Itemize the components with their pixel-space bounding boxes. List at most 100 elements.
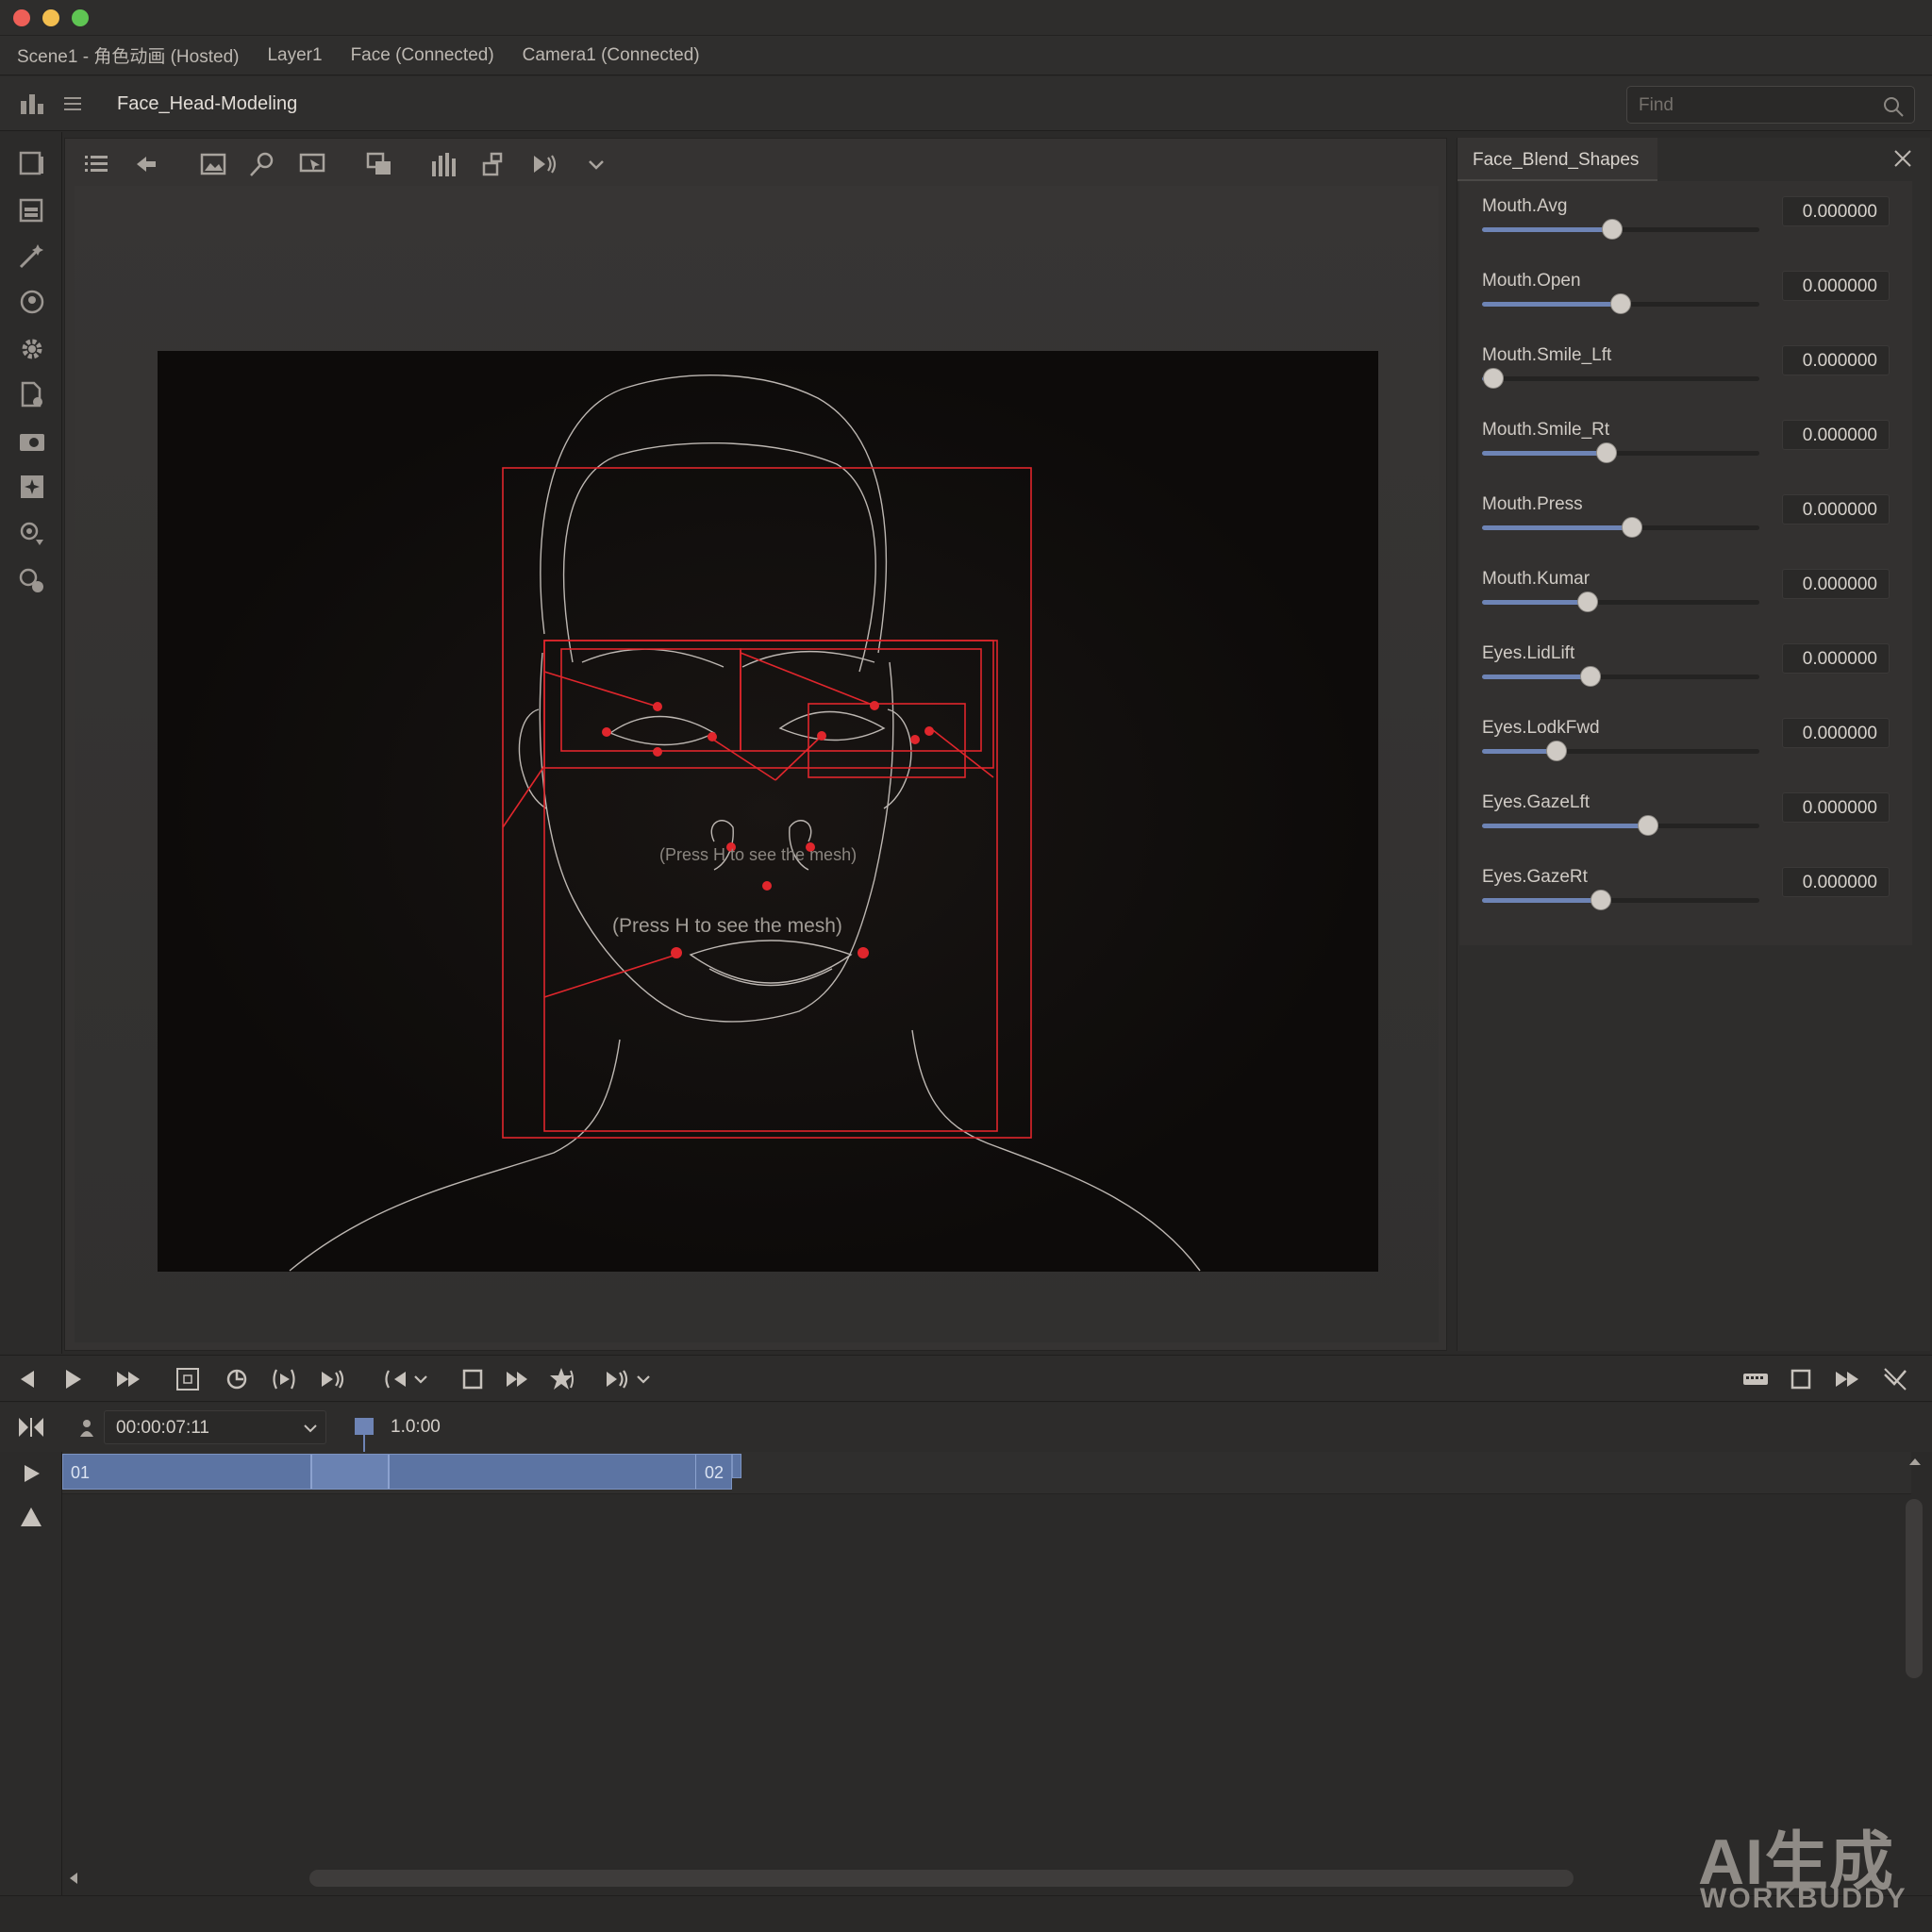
back-arrow-icon[interactable] [133,150,161,178]
blend-shape-value-field[interactable]: 0.000000 [1782,569,1890,599]
blend-shape-value-field[interactable]: 0.000000 [1782,196,1890,226]
play-icon[interactable] [58,1365,87,1393]
record-icon[interactable] [547,1365,575,1393]
tab-camera[interactable]: Camera1 (Connected) [523,45,700,66]
chevron-down-icon[interactable] [303,1422,318,1435]
face-capture-stage[interactable]: (Press H to see the mesh) (Press H to se… [158,351,1378,1272]
range-icon[interactable] [17,1414,45,1441]
slider-thumb[interactable] [1591,890,1611,910]
tab-face-blend-shapes[interactable]: Face_Blend_Shapes [1457,138,1657,181]
add-frame-icon[interactable] [17,472,47,502]
play-forward-icon[interactable] [531,150,559,178]
tab-layer[interactable]: Layer1 [267,45,322,66]
gear-icon[interactable] [17,334,47,364]
blend-shape-value-field[interactable]: 0.000000 [1782,867,1890,897]
track-lane[interactable]: 01 02 [62,1452,1911,1494]
blend-shape-value-field[interactable]: 0.000000 [1782,271,1890,301]
pin-tool-icon[interactable] [248,150,276,178]
screen-cursor-icon[interactable] [299,150,327,178]
clip-end-handle[interactable] [732,1454,741,1478]
playhead-marker[interactable] [355,1418,374,1435]
slider-thumb[interactable] [1580,666,1601,687]
rewind-menu-icon[interactable] [381,1365,432,1393]
close-window-button[interactable] [13,9,30,26]
blend-shape-slider[interactable] [1482,815,1759,836]
blend-shape-value-field[interactable]: 0.000000 [1782,345,1890,375]
blend-shape-slider[interactable] [1482,591,1759,612]
close-icon[interactable] [1891,147,1914,170]
scroll-left-icon[interactable] [64,1869,83,1888]
slider-thumb[interactable] [1483,368,1504,389]
slider-thumb[interactable] [1610,293,1631,314]
slider-thumb[interactable] [1546,741,1567,761]
square-icon[interactable] [1787,1365,1815,1393]
search-down-icon[interactable] [17,519,47,549]
magic-wand-icon[interactable] [17,241,47,271]
play-menu-icon[interactable] [604,1365,657,1393]
blend-shape-value-field[interactable]: 0.000000 [1782,718,1890,748]
current-time-field[interactable]: 00:00:07:11 [104,1410,326,1444]
stats-icon[interactable] [19,92,45,116]
blend-shape-value-field[interactable]: 0.000000 [1782,792,1890,823]
face-mesh-overlay[interactable] [158,351,1378,1272]
horizontal-scrollbar[interactable] [309,1870,1574,1887]
blend-shape-value-field[interactable]: 0.000000 [1782,420,1890,450]
stop-icon[interactable] [458,1365,487,1393]
camera-icon[interactable] [17,426,47,457]
slider-thumb[interactable] [1602,219,1623,240]
clip-bar[interactable]: 01 02 [62,1454,732,1490]
viewport-toolbar [73,142,1441,184]
orbit-icon[interactable] [17,287,47,317]
skip-forward-icon[interactable] [504,1365,532,1393]
blend-shape-value-field[interactable]: 0.000000 [1782,643,1890,674]
bars-icon[interactable] [429,150,458,178]
clip-selection[interactable] [310,1455,390,1489]
blend-shape-slider[interactable] [1482,666,1759,687]
page-add-icon[interactable] [17,379,47,409]
slider-thumb[interactable] [1638,815,1658,836]
no-sync-icon[interactable] [1881,1365,1909,1393]
frame-icon[interactable] [174,1365,202,1393]
scroll-up-icon[interactable] [1906,1454,1924,1469]
duplicate-icon[interactable] [365,150,393,178]
step-back-icon[interactable] [13,1365,42,1393]
blend-shape-slider[interactable] [1482,890,1759,910]
tab-scene[interactable]: Scene1 - 角色动画 (Hosted) [17,42,239,68]
fast-forward-icon[interactable] [115,1365,143,1393]
list-icon[interactable] [82,150,110,178]
menu-icon[interactable] [62,95,83,112]
maximize-window-button[interactable] [72,9,89,26]
keyboard-icon[interactable] [1741,1365,1770,1393]
blend-shape-slider[interactable] [1482,741,1759,761]
image-icon[interactable] [199,150,227,178]
blend-shape-value-field[interactable]: 0.000000 [1782,494,1890,525]
minimize-window-button[interactable] [42,9,59,26]
search-icon[interactable] [1882,95,1905,118]
blend-shape-slider[interactable] [1482,517,1759,538]
viewport-canvas[interactable]: (Press H to see the mesh) (Press H to se… [75,186,1439,1342]
document-bar: Face_Head-Modeling Find [0,76,1932,131]
play-circle-icon[interactable] [270,1365,298,1393]
triangle-up-icon[interactable] [19,1505,43,1529]
transform-icon[interactable] [480,150,508,178]
play-next-icon[interactable] [319,1365,347,1393]
find-input[interactable]: Find [1626,86,1915,124]
slider-thumb[interactable] [1622,517,1642,538]
blend-shape-slider[interactable] [1482,219,1759,240]
fast-forward-right-icon[interactable] [1834,1365,1862,1393]
loop-icon[interactable] [223,1365,251,1393]
chevron-down-icon[interactable] [582,150,610,178]
blend-shape-slider[interactable] [1482,442,1759,463]
mesh-hint-large: (Press H to see the mesh) [612,915,842,937]
tab-face[interactable]: Face (Connected) [351,45,494,66]
layers-icon[interactable] [17,194,47,225]
panel-icon[interactable] [17,147,47,177]
slider-thumb[interactable] [1596,442,1617,463]
blend-shape-slider[interactable] [1482,368,1759,389]
vertical-scrollbar[interactable] [1906,1499,1923,1678]
playhead-stem [363,1435,365,1452]
track-play-icon[interactable] [19,1461,43,1486]
shapes-icon[interactable] [17,566,47,596]
blend-shape-slider[interactable] [1482,293,1759,314]
slider-thumb[interactable] [1577,591,1598,612]
